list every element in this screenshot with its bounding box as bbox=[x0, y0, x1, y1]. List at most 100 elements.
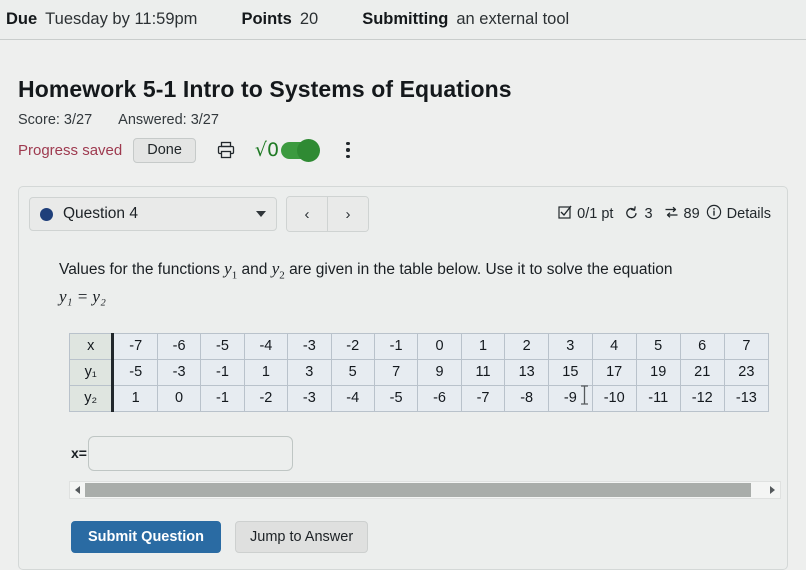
cell-y2: -13 bbox=[723, 384, 770, 412]
progress-saved-status: Progress saved bbox=[18, 141, 123, 159]
question-toolbar: Question 4 ‹ › 0/1 pt 3 89 Details bbox=[29, 196, 777, 232]
question-selector-label: Question 4 bbox=[63, 205, 138, 222]
assignment-info-bar: Due Tuesday by 11:59pm Points 20 Submitt… bbox=[0, 0, 806, 40]
checkbox-icon bbox=[558, 205, 572, 223]
cell-y2: 0 bbox=[156, 384, 202, 412]
due-value: Tuesday by 11:59pm bbox=[45, 10, 198, 28]
row-label-x: x bbox=[68, 332, 115, 360]
question-prompt: Values for the functions y1 and y2 are g… bbox=[59, 256, 719, 311]
cell-x: -3 bbox=[287, 332, 332, 360]
dot bbox=[346, 154, 350, 159]
table-row-y1: y₁ -5 -3 -1 1 3 5 7 9 11 13 15 17 19 21 … bbox=[68, 358, 770, 386]
table-body: x -7 -6 -5 -4 -3 -2 -1 0 1 2 3 4 5 6 7 y… bbox=[68, 332, 770, 412]
retry-arrow-icon bbox=[624, 205, 639, 224]
views-indicator: 89 bbox=[664, 205, 700, 224]
cell-x: 0 bbox=[417, 332, 462, 360]
due-info: Due Tuesday by 11:59pm bbox=[6, 10, 197, 29]
cell-x: 3 bbox=[547, 332, 593, 360]
answered-text: Answered: 3/27 bbox=[118, 112, 219, 128]
submit-question-button[interactable]: Submit Question bbox=[71, 520, 221, 553]
submitting-label: Submitting bbox=[362, 10, 449, 28]
cell-x: 7 bbox=[723, 332, 770, 360]
cell-x: 4 bbox=[591, 332, 637, 360]
prompt-text-part1: Values for the functions bbox=[59, 261, 220, 278]
table-row-x: x -7 -6 -5 -4 -3 -2 -1 0 1 2 3 4 5 6 7 bbox=[68, 332, 770, 360]
details-link[interactable]: Details bbox=[706, 204, 771, 224]
scroll-left-arrow-icon[interactable] bbox=[70, 485, 85, 494]
answer-row: x= bbox=[59, 435, 769, 471]
cell-y2: 1 bbox=[112, 384, 158, 412]
cell-y1: 11 bbox=[460, 358, 506, 386]
tools-row: Progress saved Done √0 bbox=[18, 136, 788, 164]
cell-y2: -12 bbox=[679, 384, 725, 412]
swap-arrows-icon bbox=[664, 205, 679, 224]
cell-y2: -10 bbox=[591, 384, 637, 412]
cell-y1: 15 bbox=[547, 358, 593, 386]
cell-x: -2 bbox=[330, 332, 375, 360]
toggle-switch[interactable] bbox=[281, 138, 321, 162]
cell-y1: -1 bbox=[200, 358, 245, 386]
previous-question-button[interactable]: ‹ bbox=[287, 197, 327, 231]
question-body: Values for the functions y1 and y2 are g… bbox=[29, 256, 781, 553]
views-count: 89 bbox=[683, 206, 700, 222]
vertical-dots-icon[interactable] bbox=[339, 139, 357, 161]
jump-to-answer-button[interactable]: Jump to Answer bbox=[235, 520, 369, 553]
variable-y1: y1 bbox=[224, 259, 238, 282]
info-circle-icon bbox=[706, 204, 722, 224]
cell-y1: 21 bbox=[679, 358, 725, 386]
cell-y2: -7 bbox=[460, 384, 506, 412]
question-nav-group: ‹ › bbox=[286, 196, 369, 232]
attempts-count: 3 bbox=[644, 206, 653, 222]
action-buttons: Submit Question Jump to Answer bbox=[71, 520, 769, 553]
cell-y1: 7 bbox=[373, 358, 419, 386]
cell-y2: -11 bbox=[635, 384, 681, 412]
points-indicator: 0/1 pt bbox=[558, 205, 613, 223]
cell-y2: -5 bbox=[373, 384, 419, 412]
cell-y2: -3 bbox=[287, 384, 332, 412]
cell-y1: 17 bbox=[591, 358, 637, 386]
submitting-value: an external tool bbox=[456, 10, 570, 28]
scroll-right-arrow-icon[interactable] bbox=[765, 485, 780, 494]
cell-y2: -9 bbox=[547, 384, 593, 412]
next-question-button[interactable]: › bbox=[327, 197, 368, 231]
cell-x: 6 bbox=[679, 332, 725, 360]
cell-y1: 3 bbox=[287, 358, 332, 386]
sqrt-mode-toggle[interactable]: √0 bbox=[255, 138, 321, 162]
equation-expression: y₁ = y₂ bbox=[59, 287, 106, 307]
cell-y1: 9 bbox=[417, 358, 462, 386]
due-label: Due bbox=[6, 10, 38, 28]
cell-y2: -1 bbox=[200, 384, 245, 412]
cell-x: -7 bbox=[112, 332, 158, 360]
row-label-y2: y₂ bbox=[68, 384, 115, 412]
done-button[interactable]: Done bbox=[133, 137, 196, 163]
cell-y1: 23 bbox=[723, 358, 770, 386]
horizontal-scrollbar[interactable] bbox=[69, 480, 781, 499]
cell-x: 5 bbox=[635, 332, 681, 360]
toggle-knob bbox=[297, 138, 321, 162]
printer-icon[interactable] bbox=[215, 139, 237, 161]
prompt-text-and: and bbox=[241, 261, 268, 278]
scrollbar-track[interactable] bbox=[85, 482, 765, 497]
cell-x: -1 bbox=[373, 332, 419, 360]
values-table-wrapper: x -7 -6 -5 -4 -3 -2 -1 0 1 2 3 4 5 6 7 y… bbox=[68, 332, 770, 412]
question-selector-dropdown[interactable]: Question 4 bbox=[29, 197, 277, 231]
answer-input[interactable] bbox=[87, 435, 293, 471]
cell-y2: -2 bbox=[243, 384, 289, 412]
cell-y2: -6 bbox=[417, 384, 462, 412]
submitting-info: Submitting an external tool bbox=[362, 10, 569, 29]
table-row-y2: y₂ 1 0 -1 -2 -3 -4 -5 -6 -7 -8 -9 -10 -1… bbox=[68, 384, 770, 412]
points-earned-text: 0/1 pt bbox=[577, 206, 614, 222]
answer-label: x= bbox=[71, 445, 87, 462]
variable-y2: y2 bbox=[271, 259, 285, 282]
cell-y1: 19 bbox=[635, 358, 681, 386]
points-info: Points 20 bbox=[241, 10, 318, 29]
question-status-dot-icon bbox=[40, 207, 53, 221]
question-meta: 0/1 pt 3 89 Details bbox=[558, 204, 777, 224]
cell-y1: -3 bbox=[156, 358, 202, 386]
page-content: Homework 5-1 Intro to Systems of Equatio… bbox=[0, 76, 806, 570]
cell-y1: 5 bbox=[330, 358, 375, 386]
cell-y2: -4 bbox=[330, 384, 375, 412]
scrollbar-thumb[interactable] bbox=[85, 482, 752, 497]
cell-y2: -8 bbox=[504, 384, 549, 412]
cell-y1: 1 bbox=[243, 358, 289, 386]
